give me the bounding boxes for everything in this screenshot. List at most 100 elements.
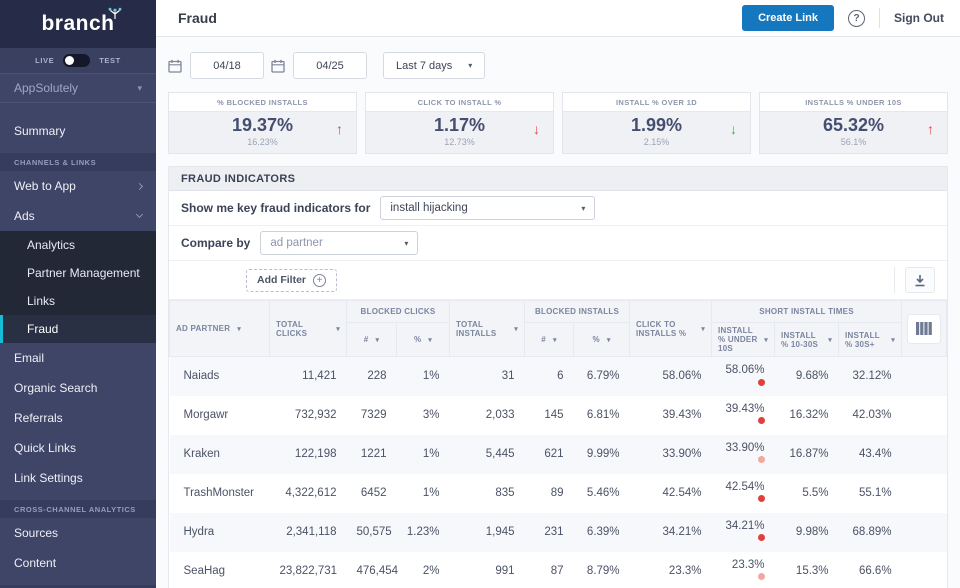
cell-click_to_installs: 23.3% xyxy=(630,552,712,588)
col-picker-cell xyxy=(902,301,947,357)
cell-blocked_clicks_pct: 1% xyxy=(397,357,450,396)
chevron-down-icon xyxy=(136,211,143,218)
cell-spacer xyxy=(902,552,947,588)
sidebar-item-organic-search[interactable]: Organic Search xyxy=(0,373,156,403)
cell-value: 228 xyxy=(367,370,386,382)
col-install-under-10s[interactable]: INSTALL % UNDER 10S▾ xyxy=(712,323,775,357)
topbar: Fraud Create Link ? Sign Out xyxy=(156,0,960,37)
cell-value: 9.99% xyxy=(587,448,620,460)
columns-icon xyxy=(915,322,933,335)
kpi-card-install-over-1d: INSTALL % OVER 1D1.99%2.15%↓ xyxy=(562,92,751,154)
col-blocked-installs-pct[interactable]: %▾ xyxy=(574,323,630,357)
sidebar-item-web-to-app[interactable]: Web to App xyxy=(0,171,156,201)
app-selector[interactable]: AppSolutely ▾ xyxy=(0,73,156,103)
column-picker-button[interactable] xyxy=(908,315,940,343)
sidebar-item-referrals[interactable]: Referrals xyxy=(0,403,156,433)
cell-blocked_clicks_num: 6452 xyxy=(347,474,397,513)
cell-under_10s: 33.90% xyxy=(712,435,775,474)
sidebar-item-partner-management[interactable]: Partner Management xyxy=(0,259,156,287)
col-blocked-clicks-num[interactable]: #▾ xyxy=(347,323,397,357)
compare-by-select[interactable]: ad partner ▾ xyxy=(260,231,418,255)
cell-blocked_installs_num: 231 xyxy=(525,513,574,552)
fraud-indicator-select[interactable]: install hijacking ▾ xyxy=(380,196,595,220)
start-date-input[interactable]: 04/18 xyxy=(190,52,264,79)
cell-value: 5.5% xyxy=(802,487,828,499)
col-total-clicks[interactable]: TOTAL CLICKS▾ xyxy=(270,301,347,357)
cell-click_to_installs: 34.21% xyxy=(630,513,712,552)
col-blocked-clicks-pct[interactable]: %▾ xyxy=(397,323,450,357)
cell-value: 4,322,612 xyxy=(285,487,336,499)
sidebar-item-quick-links[interactable]: Quick Links xyxy=(0,433,156,463)
cell-under_10s: 39.43% xyxy=(712,396,775,435)
sidebar-item-analytics[interactable]: Analytics xyxy=(0,231,156,259)
sidebar-item-label: Content xyxy=(14,556,56,570)
sort-caret-icon: ▾ xyxy=(336,325,340,333)
section-title: FRAUD INDICATORS xyxy=(169,167,947,191)
sidebar-item-fraud[interactable]: Fraud xyxy=(0,315,156,343)
col-total-installs[interactable]: TOTAL INSTALLS▾ xyxy=(450,301,525,357)
cell-value: 3% xyxy=(423,409,440,421)
col-install-30s-plus[interactable]: INSTALL % 30S+▾ xyxy=(839,323,902,357)
kpi-card-blocked-installs: % BLOCKED INSTALLS19.37%16.23%↑ xyxy=(168,92,357,154)
sidebar-item-ads[interactable]: Ads xyxy=(0,201,156,231)
cell-blocked_installs_pct: 5.46% xyxy=(574,474,630,513)
cell-s10_30: 16.32% xyxy=(775,396,839,435)
cell-total_installs: 991 xyxy=(450,552,525,588)
table-row-kraken[interactable]: Kraken122,19812211%5,4456219.99%33.90%33… xyxy=(170,435,947,474)
sidebar-item-label: Link Settings xyxy=(14,471,83,485)
table-row-trashmonster[interactable]: TrashMonster4,322,61264521%835895.46%42.… xyxy=(170,474,947,513)
cell-value: 11,421 xyxy=(302,370,336,382)
col-blocked-installs-num[interactable]: #▾ xyxy=(525,323,574,357)
kpi-sub-value: 56.1% xyxy=(760,137,947,147)
cell-s10_30: 9.98% xyxy=(775,513,839,552)
cell-blocked_installs_pct: 6.79% xyxy=(574,357,630,396)
cell-blocked_installs_num: 145 xyxy=(525,396,574,435)
help-icon[interactable]: ? xyxy=(848,10,865,27)
col-click-to-installs[interactable]: CLICK TO INSTALLS %▾ xyxy=(630,301,712,357)
table-row-morgawr[interactable]: Morgawr732,93273293%2,0331456.81%39.43%3… xyxy=(170,396,947,435)
cell-value: 39.43% xyxy=(726,403,765,415)
cell-blocked_installs_num: 87 xyxy=(525,552,574,588)
table-row-seahag[interactable]: SeaHag23,822,731476,4542%991878.79%23.3%… xyxy=(170,552,947,588)
sidebar-item-label: Summary xyxy=(14,124,65,138)
sort-caret-icon: ▾ xyxy=(553,336,557,344)
end-date-input[interactable]: 04/25 xyxy=(293,52,367,79)
cell-blocked_installs_pct: 8.79% xyxy=(574,552,630,588)
sidebar-item-sources[interactable]: Sources xyxy=(0,518,156,548)
cell-value: 58.06% xyxy=(726,364,765,376)
cell-value: 991 xyxy=(495,565,514,577)
col-install-10-30s[interactable]: INSTALL % 10-30S▾ xyxy=(775,323,839,357)
sidebar-item-label: Ads xyxy=(14,209,35,223)
cell-blocked_installs_pct: 6.81% xyxy=(574,396,630,435)
kpi-body: 1.17%12.73%↓ xyxy=(366,112,553,153)
table-row-naiads[interactable]: Naiads11,4212281%3166.79%58.06%58.06%9.6… xyxy=(170,357,947,396)
sort-caret-icon: ▾ xyxy=(701,325,705,333)
sidebar-item-links[interactable]: Links xyxy=(0,287,156,315)
risk-dot-red xyxy=(758,379,765,386)
download-button[interactable] xyxy=(905,267,935,293)
sidebar-item-summary[interactable]: Summary xyxy=(0,116,156,146)
chevron-down-icon: ▾ xyxy=(137,83,142,94)
live-test-toggle[interactable] xyxy=(63,54,90,67)
col-ad-partner[interactable]: AD PARTNER▾ xyxy=(170,301,270,357)
cell-value: 122,198 xyxy=(295,448,337,460)
sidebar-item-content[interactable]: Content xyxy=(0,548,156,578)
sign-out-link[interactable]: Sign Out xyxy=(894,11,944,25)
trend-up-arrow-icon: ↑ xyxy=(336,121,343,137)
add-filter-button[interactable]: Add Filter + xyxy=(246,269,337,292)
date-range-select[interactable]: Last 7 days ▾ xyxy=(383,52,485,79)
cell-partner: Naiads xyxy=(170,357,270,396)
sidebar-item-link-settings[interactable]: Link Settings xyxy=(0,463,156,493)
table-row-hydra[interactable]: Hydra2,341,11850,5751.23%1,9452316.39%34… xyxy=(170,513,947,552)
sort-caret-icon: ▾ xyxy=(237,325,241,333)
cell-spacer xyxy=(902,513,947,552)
download-icon xyxy=(914,274,926,287)
cell-value: Hydra xyxy=(184,526,215,538)
sort-caret-icon: ▾ xyxy=(764,336,768,344)
sidebar-item-email[interactable]: Email xyxy=(0,343,156,373)
create-link-button[interactable]: Create Link xyxy=(742,5,834,31)
cell-value: TrashMonster xyxy=(184,487,255,499)
cell-value: Kraken xyxy=(184,448,220,460)
sort-caret-icon: ▾ xyxy=(607,336,611,344)
cell-value: SeaHag xyxy=(184,565,226,577)
